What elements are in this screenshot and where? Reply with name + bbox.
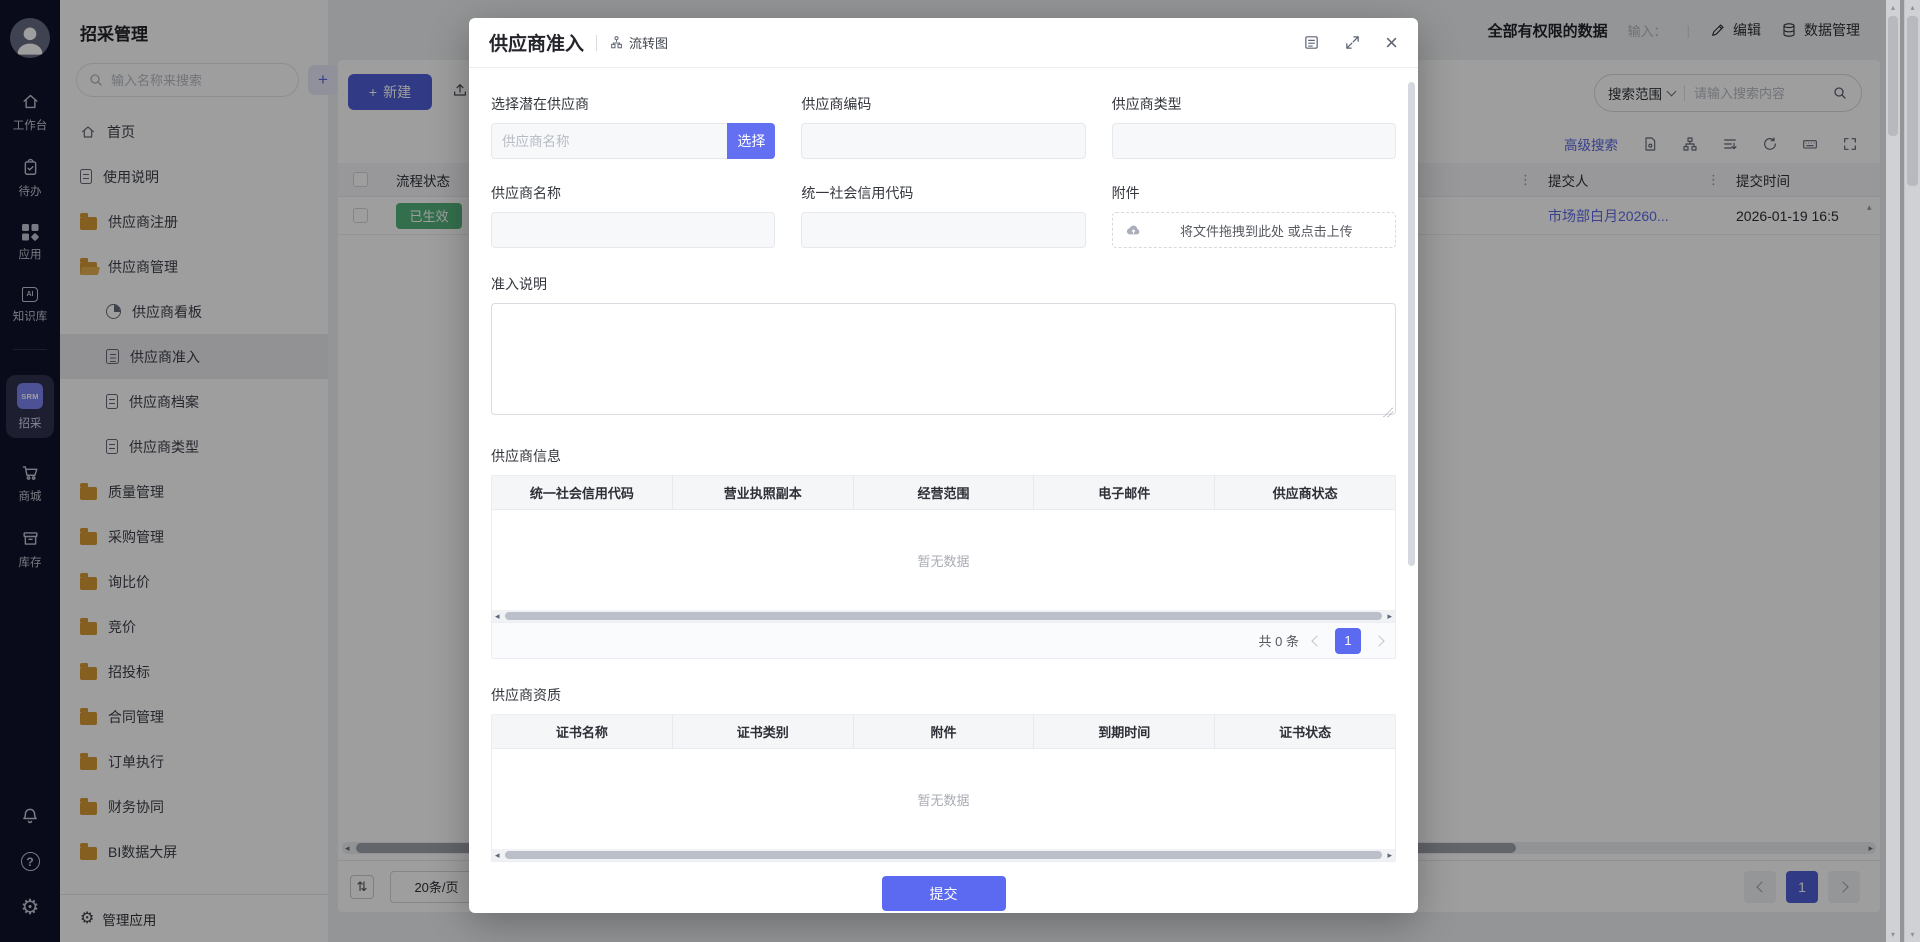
title-divider bbox=[596, 35, 597, 51]
scroll-left-icon[interactable]: ◂ bbox=[495, 850, 500, 861]
flow-chart-link[interactable]: 流转图 bbox=[609, 33, 668, 52]
supplier-name-label: 供应商名称 bbox=[491, 183, 775, 203]
potential-supplier-label: 选择潜在供应商 bbox=[491, 94, 775, 114]
potential-supplier-input[interactable] bbox=[502, 134, 717, 149]
supplier-info-header: 统一社会信用代码 营业执照副本 经营范围 电子邮件 供应商状态 bbox=[492, 476, 1395, 510]
file-upload-dropzone[interactable]: 将文件拖拽到此处 或点击上传 bbox=[1112, 212, 1396, 248]
column-cert-category: 证书类别 bbox=[673, 715, 854, 748]
scroll-left-icon[interactable]: ◂ bbox=[495, 611, 500, 622]
supplier-type-label: 供应商类型 bbox=[1112, 94, 1396, 114]
modal-body: 选择潜在供应商 选择 供应商编码 供应商类型 bbox=[469, 68, 1418, 913]
outer-vertical-scrollbar[interactable]: ▴ ▾ bbox=[1904, 0, 1920, 942]
form-view-icon[interactable] bbox=[1303, 34, 1320, 51]
screen: 工作台 待办 应用 AI 知识库 SRM 招采 商城 bbox=[0, 0, 1920, 942]
next-page-button[interactable] bbox=[1373, 635, 1384, 646]
scrollbar-thumb[interactable] bbox=[1888, 16, 1898, 136]
scrollbar-thumb[interactable] bbox=[505, 612, 1382, 620]
supplier-name-input[interactable] bbox=[502, 223, 764, 238]
scrollbar-thumb[interactable] bbox=[1907, 16, 1918, 186]
supplier-name-field[interactable] bbox=[491, 212, 775, 248]
remark-label: 准入说明 bbox=[491, 274, 1396, 294]
qual-horizontal-scrollbar[interactable]: ◂ ▸ bbox=[492, 849, 1395, 861]
modal-scrollbar-thumb[interactable] bbox=[1408, 82, 1415, 566]
column-cert-name: 证书名称 bbox=[492, 715, 673, 748]
scroll-up-icon[interactable]: ▴ bbox=[1886, 3, 1900, 12]
supplier-code-label: 供应商编码 bbox=[801, 94, 1085, 114]
credit-code-field[interactable] bbox=[801, 212, 1085, 248]
column-cert-status: 证书状态 bbox=[1215, 715, 1395, 748]
supplier-info-table: 统一社会信用代码 营业执照副本 经营范围 电子邮件 供应商状态 暂无数据 ◂ ▸… bbox=[491, 475, 1396, 659]
select-supplier-button[interactable]: 选择 bbox=[727, 123, 775, 159]
empty-placeholder: 暂无数据 bbox=[492, 510, 1395, 610]
supplier-code-input[interactable] bbox=[812, 134, 1074, 149]
info-horizontal-scrollbar[interactable]: ◂ ▸ bbox=[492, 610, 1395, 622]
modal-header: 供应商准入 流转图 × bbox=[469, 18, 1418, 68]
page-number-active[interactable]: 1 bbox=[1335, 628, 1361, 654]
scroll-right-icon[interactable]: ▸ bbox=[1387, 850, 1392, 861]
close-icon[interactable]: × bbox=[1385, 32, 1398, 54]
potential-supplier-field[interactable] bbox=[491, 123, 727, 159]
supplier-info-pagination: 共 0 条 1 bbox=[492, 622, 1395, 658]
column-cert-attachment: 附件 bbox=[854, 715, 1035, 748]
supplier-qual-header: 证书名称 证书类别 附件 到期时间 证书状态 bbox=[492, 715, 1395, 749]
supplier-qual-table: 证书名称 证书类别 附件 到期时间 证书状态 暂无数据 ◂ ▸ bbox=[491, 714, 1396, 862]
cloud-upload-icon bbox=[1125, 222, 1142, 239]
scroll-down-icon[interactable]: ▾ bbox=[1905, 930, 1920, 939]
submit-button[interactable]: 提交 bbox=[882, 876, 1006, 911]
scroll-up-icon[interactable]: ▴ bbox=[1905, 3, 1920, 12]
total-count: 共 0 条 bbox=[1259, 631, 1299, 650]
column-email: 电子邮件 bbox=[1034, 476, 1215, 509]
supplier-type-input[interactable] bbox=[1123, 134, 1385, 149]
scroll-down-icon[interactable]: ▾ bbox=[1886, 930, 1900, 939]
scroll-right-icon[interactable]: ▸ bbox=[1387, 611, 1392, 622]
expand-icon[interactable] bbox=[1344, 34, 1361, 51]
prev-page-button[interactable] bbox=[1311, 635, 1322, 646]
flow-chart-icon bbox=[609, 35, 624, 50]
supplier-info-title: 供应商信息 bbox=[491, 446, 1396, 466]
column-license-copy: 营业执照副本 bbox=[673, 476, 854, 509]
scrollbar-thumb[interactable] bbox=[505, 851, 1382, 859]
column-supplier-status: 供应商状态 bbox=[1215, 476, 1395, 509]
column-credit-code: 统一社会信用代码 bbox=[492, 476, 673, 509]
remark-textarea[interactable] bbox=[491, 303, 1396, 415]
column-business-scope: 经营范围 bbox=[854, 476, 1035, 509]
supplier-code-field[interactable] bbox=[801, 123, 1085, 159]
supplier-qual-title: 供应商资质 bbox=[491, 685, 1396, 705]
credit-code-input[interactable] bbox=[812, 223, 1074, 238]
supplier-access-modal: 供应商准入 流转图 × 选择潜在供应商 选 bbox=[469, 18, 1418, 913]
inner-vertical-scrollbar[interactable]: ▴ ▾ bbox=[1886, 0, 1900, 942]
attachment-label: 附件 bbox=[1112, 183, 1396, 203]
supplier-type-field[interactable] bbox=[1112, 123, 1396, 159]
upload-hint: 将文件拖拽到此处 或点击上传 bbox=[1150, 221, 1383, 240]
flow-chart-label: 流转图 bbox=[629, 33, 668, 52]
modal-title: 供应商准入 bbox=[489, 29, 584, 56]
empty-placeholder: 暂无数据 bbox=[492, 749, 1395, 849]
column-expire-time: 到期时间 bbox=[1034, 715, 1215, 748]
credit-code-label: 统一社会信用代码 bbox=[801, 183, 1085, 203]
